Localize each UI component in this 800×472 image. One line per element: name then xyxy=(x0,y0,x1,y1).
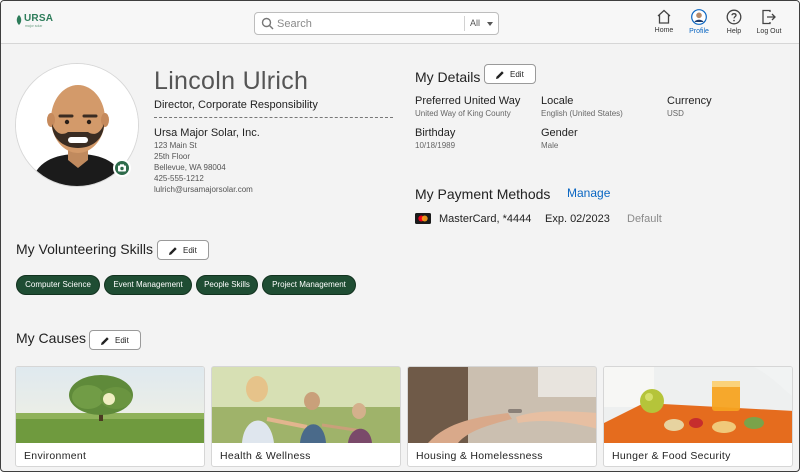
pencil-icon xyxy=(101,337,109,345)
profile-email: lulrich@ursamajorsolar.com xyxy=(154,185,253,194)
logout-icon xyxy=(762,9,776,25)
address-line: 123 Main St xyxy=(154,141,197,150)
detail-value: United Way of King County xyxy=(415,109,511,118)
address-line: Bellevue, WA 98004 xyxy=(154,163,226,172)
logo-text: URSA xyxy=(24,13,54,24)
edit-label: Edit xyxy=(510,70,524,79)
nav-logout[interactable]: Log Out xyxy=(749,9,789,39)
card-number: MasterCard, *4444 xyxy=(439,213,532,225)
logo[interactable]: URSA major solar xyxy=(15,13,53,31)
cause-label: Environment xyxy=(24,450,87,462)
skill-chip[interactable]: Computer Science xyxy=(16,275,100,295)
mastercard-icon xyxy=(415,213,431,224)
nav-help[interactable]: Help xyxy=(714,9,754,39)
skill-chip[interactable]: Event Management xyxy=(104,275,192,295)
detail-label: Locale xyxy=(541,95,574,107)
search-bar: All xyxy=(254,12,499,35)
detail-value: Male xyxy=(541,141,559,150)
home-icon xyxy=(657,9,671,24)
hunger-food-security-image xyxy=(604,367,792,443)
profile-phone: 425-555-1212 xyxy=(154,174,204,183)
search-input[interactable] xyxy=(277,15,463,32)
profile-company: Ursa Major Solar, Inc. xyxy=(154,127,260,139)
search-scope-select[interactable]: All xyxy=(470,18,480,28)
camera-icon[interactable] xyxy=(113,159,131,177)
pencil-icon xyxy=(169,247,177,255)
chevron-down-icon xyxy=(487,22,493,26)
detail-value: English (United States) xyxy=(541,109,623,118)
search-divider xyxy=(464,16,465,31)
edit-label: Edit xyxy=(115,336,129,345)
housing-homelessness-image xyxy=(408,367,596,443)
card-default-label: Default xyxy=(627,213,662,225)
divider xyxy=(154,117,393,118)
detail-value: USD xyxy=(667,109,684,118)
profile-name: Lincoln Ulrich xyxy=(154,67,309,95)
my-details-heading: My Details xyxy=(415,69,481,85)
profile-title: Director, Corporate Responsibility xyxy=(154,99,318,111)
skill-chip[interactable]: Project Management xyxy=(262,275,356,295)
nav-profile-label: Profile xyxy=(689,28,709,35)
my-causes-heading: My Causes xyxy=(16,330,87,346)
skill-chip[interactable]: People Skills xyxy=(196,275,258,295)
environment-image xyxy=(16,367,204,443)
cause-label: Health & Wellness xyxy=(220,450,311,462)
detail-label: Gender xyxy=(541,127,578,139)
cause-card-hunger-food-security[interactable]: Hunger & Food Security xyxy=(603,366,793,467)
help-icon xyxy=(726,9,742,25)
cause-label: Hunger & Food Security xyxy=(612,450,731,462)
manage-payment-link[interactable]: Manage xyxy=(567,186,610,200)
payment-methods-heading: My Payment Methods xyxy=(415,186,551,202)
card-expiry: Exp. 02/2023 xyxy=(545,213,610,225)
nav-home[interactable]: Home xyxy=(644,9,684,39)
logo-leaf-icon xyxy=(16,15,22,25)
cause-card-environment[interactable]: Environment xyxy=(15,366,205,467)
nav-profile[interactable]: Profile xyxy=(679,9,719,39)
detail-label: Currency xyxy=(667,95,712,107)
address-line: 25th Floor xyxy=(154,152,191,161)
profile-icon xyxy=(691,9,707,25)
cause-label: Housing & Homelessness xyxy=(416,450,543,462)
volunteering-skills-heading: My Volunteering Skills xyxy=(16,241,153,257)
edit-details-button[interactable]: Edit xyxy=(484,64,536,84)
search-icon xyxy=(261,17,274,30)
top-bar: URSA major solar All Home P xyxy=(1,1,799,44)
edit-skills-button[interactable]: Edit xyxy=(157,240,209,260)
cause-card-health-wellness[interactable]: Health & Wellness xyxy=(211,366,401,467)
cause-card-housing-homelessness[interactable]: Housing & Homelessness xyxy=(407,366,597,467)
pencil-icon xyxy=(496,71,504,79)
app-window: URSA major solar All Home P xyxy=(0,0,800,472)
detail-label: Preferred United Way xyxy=(415,95,521,107)
detail-value: 10/18/1989 xyxy=(415,141,456,150)
nav-help-label: Help xyxy=(726,28,742,35)
detail-label: Birthday xyxy=(415,127,456,139)
edit-causes-button[interactable]: Edit xyxy=(89,330,141,350)
logo-subtext: major solar xyxy=(25,24,43,28)
health-wellness-image xyxy=(212,367,400,443)
nav-logout-label: Log Out xyxy=(756,28,782,35)
nav-home-label: Home xyxy=(654,27,674,34)
edit-label: Edit xyxy=(183,246,197,255)
